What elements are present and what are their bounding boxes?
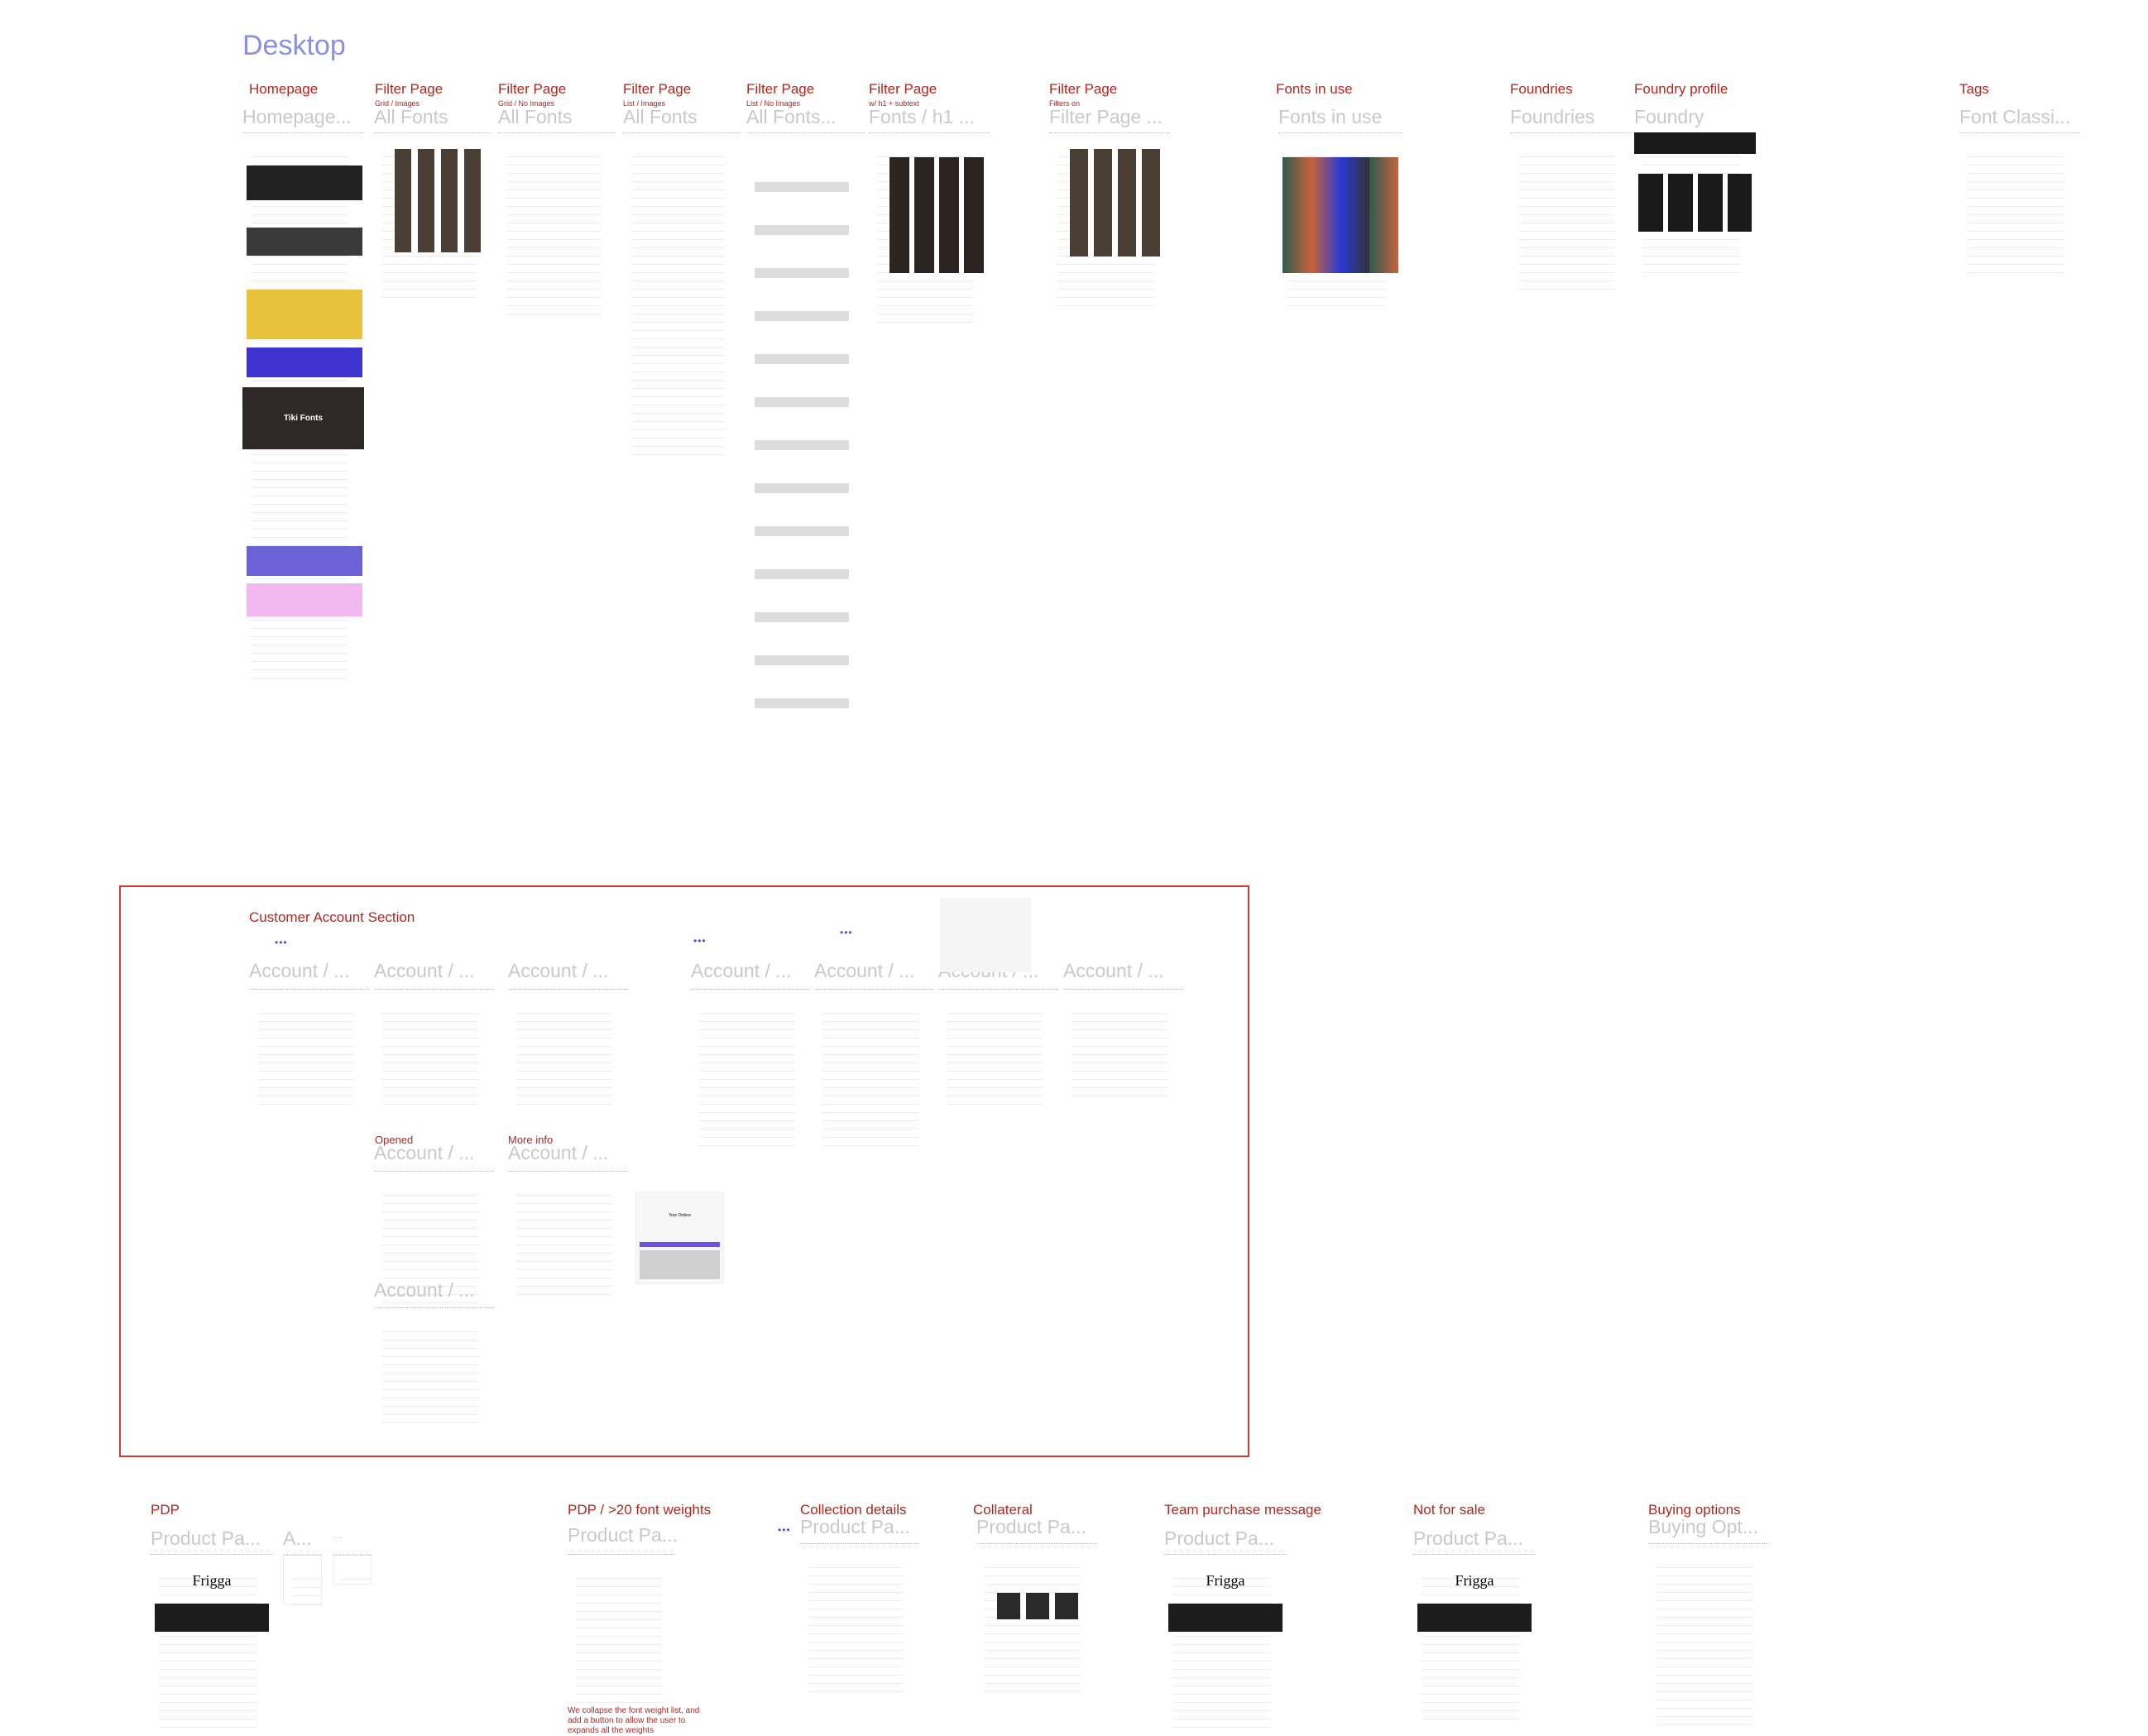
tiki-banner: Tiki Fonts	[242, 387, 364, 449]
frame-thumbnail[interactable]	[508, 1171, 628, 1295]
frame-thumbnail[interactable]	[568, 1554, 675, 1703]
section-label-filter: Filter Page	[498, 81, 567, 97]
frame-thumbnail[interactable]	[938, 989, 1058, 1105]
section-label-fonts-in-use: Fonts in use	[1276, 81, 1353, 97]
frame-thumbnail[interactable]	[800, 1543, 918, 1696]
section-label-pdp-weights: PDP / >20 font weights	[568, 1502, 712, 1518]
more-dots-icon: •••	[275, 937, 288, 948]
frame-title[interactable]: Account / ...	[374, 960, 474, 982]
frame-title[interactable]: Fonts / h1 ...	[869, 106, 975, 128]
frame-title[interactable]: Homepage...	[242, 106, 352, 128]
frame-thumbnail[interactable]	[976, 1543, 1096, 1692]
frame-thumbnail[interactable]	[1063, 989, 1183, 1096]
orders-title: Your Orders	[669, 1213, 691, 1218]
frame-title[interactable]: All Fonts	[623, 106, 697, 128]
section-label-not-for-sale: Not for sale	[1413, 1502, 1485, 1518]
frame-title[interactable]: Account / ...	[374, 1142, 474, 1164]
frame-title[interactable]: ...	[333, 1527, 343, 1541]
more-dots-icon: •••	[840, 927, 853, 938]
frame-title[interactable]: Product Pa...	[568, 1524, 678, 1547]
frame-thumbnail[interactable]	[374, 989, 494, 1109]
frame-thumbnail[interactable]	[1049, 132, 1170, 306]
section-label-filter: Filter Page	[375, 81, 444, 97]
frame-title[interactable]: All Fonts	[498, 106, 572, 128]
frame-thumbnail[interactable]	[623, 132, 741, 459]
frame-thumbnail[interactable]: Frigga	[1164, 1554, 1287, 1728]
section-label-filter: Filter Page	[623, 81, 692, 97]
frame-title[interactable]: Foundry	[1634, 106, 1704, 128]
frame-thumbnail[interactable]	[691, 989, 811, 1150]
frame-thumbnail[interactable]	[1510, 132, 1631, 290]
frame-thumbnail[interactable]	[1634, 132, 1756, 273]
frame-thumbnail[interactable]	[1959, 132, 2079, 273]
frame-thumbnail[interactable]	[249, 989, 369, 1109]
section-label-team-purchase: Team purchase message	[1164, 1502, 1321, 1518]
frame-thumbnail[interactable]	[374, 1307, 494, 1423]
frame-title[interactable]: Account / ...	[814, 960, 914, 982]
section-label-customer-account: Customer Account Section	[249, 909, 415, 925]
frame-title[interactable]: Account / ...	[508, 960, 608, 982]
frame-thumbnail[interactable]	[508, 989, 628, 1109]
frame-thumbnail[interactable]	[746, 132, 865, 712]
orders-modal-preview[interactable]: Your Orders	[635, 1192, 724, 1284]
frame-title[interactable]: Product Pa...	[800, 1516, 910, 1538]
section-label-pdp: PDP	[151, 1502, 180, 1518]
section-label-filter: Filter Page	[869, 81, 937, 97]
frame-thumbnail[interactable]	[283, 1554, 322, 1605]
frame-title[interactable]: Account / ...	[691, 960, 791, 982]
frame-thumbnail-homepage[interactable]: Tiki Fonts	[242, 132, 364, 679]
frame-thumbnail[interactable]	[1278, 132, 1402, 310]
page-title: Desktop	[242, 30, 346, 61]
section-label-filter: Filter Page	[1049, 81, 1118, 97]
pdp-note: We collapse the font weight list, and ad…	[568, 1706, 700, 1735]
section-label-foundries: Foundries	[1510, 81, 1573, 97]
frame-title[interactable]: Foundries	[1510, 106, 1594, 128]
frame-title[interactable]: Buying Opt...	[1648, 1516, 1758, 1538]
frame-title[interactable]: Account / ...	[508, 1142, 608, 1164]
frame-title[interactable]: Filter Page ...	[1049, 106, 1163, 128]
font-name: Frigga	[192, 1572, 232, 1589]
frame-title[interactable]: All Fonts	[374, 106, 448, 128]
frame-thumbnail[interactable]	[1648, 1543, 1768, 1728]
frame-thumbnail[interactable]	[814, 989, 934, 1146]
frame-thumbnail[interactable]	[374, 132, 491, 298]
more-dots-icon: •••	[778, 1524, 791, 1536]
frame-thumbnail[interactable]	[333, 1554, 372, 1585]
section-label-homepage: Homepage	[249, 81, 319, 97]
frame-title[interactable]: Product Pa...	[1413, 1527, 1523, 1550]
frame-thumbnail[interactable]: Frigga	[1413, 1554, 1536, 1719]
section-label-filter: Filter Page	[746, 81, 815, 97]
frame-thumbnail[interactable]	[498, 132, 616, 319]
frame-title[interactable]: Font Classi...	[1959, 106, 2070, 128]
more-dots-icon: •••	[693, 935, 707, 947]
frame-title[interactable]: Product Pa...	[1164, 1527, 1274, 1550]
frame-title[interactable]: Account / ...	[1063, 960, 1163, 982]
section-label-tags: Tags	[1959, 81, 1989, 97]
frame-title[interactable]: Account / ...	[249, 960, 349, 982]
frame-thumbnail[interactable]: Frigga	[151, 1554, 273, 1728]
frame-title[interactable]: Product Pa...	[976, 1516, 1086, 1538]
form-components-preview	[940, 898, 1031, 972]
frame-title[interactable]: Account / ...	[374, 1279, 474, 1302]
font-name: Frigga	[1206, 1572, 1245, 1589]
frame-title[interactable]: Fonts in use	[1278, 106, 1382, 128]
frame-thumbnail[interactable]	[869, 132, 990, 327]
frame-title[interactable]: All Fonts...	[746, 106, 837, 128]
font-name: Frigga	[1455, 1572, 1494, 1589]
frame-title[interactable]: Product Pa...	[151, 1527, 261, 1550]
frame-title[interactable]: A...	[283, 1527, 312, 1550]
section-label-foundry-profile: Foundry profile	[1634, 81, 1728, 97]
